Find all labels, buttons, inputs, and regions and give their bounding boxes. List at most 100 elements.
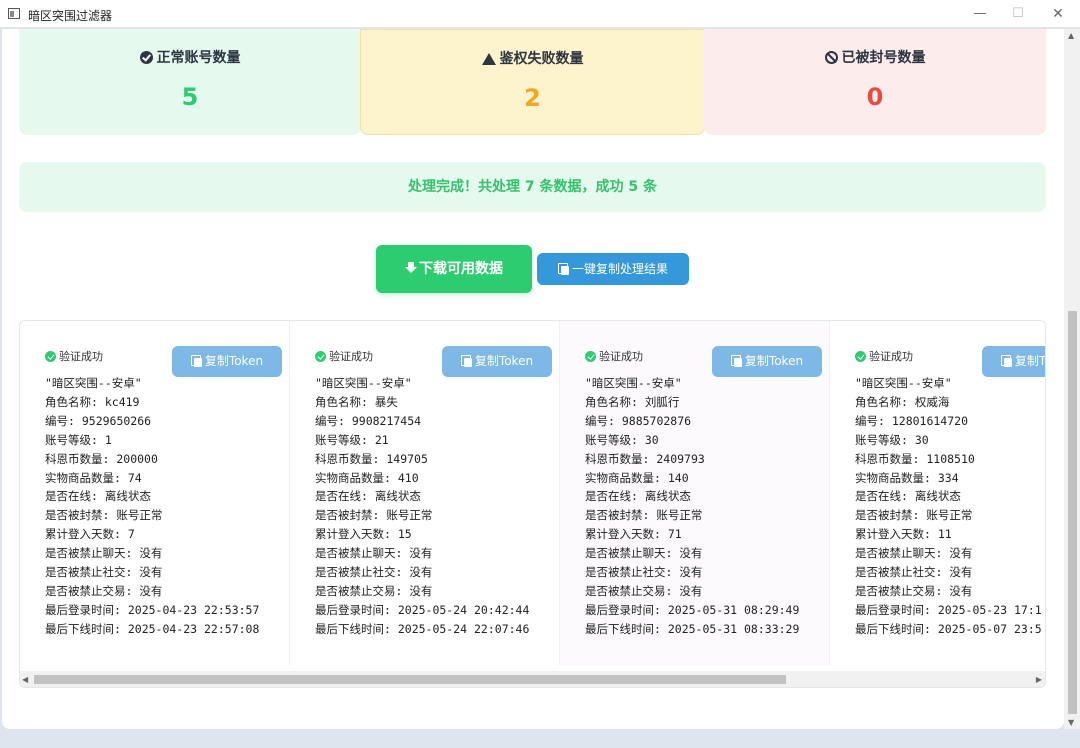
vertical-scroll-thumb[interactable] [1068, 311, 1077, 714]
close-button[interactable]: ✕ [1038, 0, 1078, 28]
result-line: 账号等级: 21 [315, 432, 389, 447]
stat-card-normal: 正常账号数量 5 [19, 29, 361, 135]
result-card: 验证成功 复制Token "暗区突围--安卓" 角色名称: kc419 编号: … [20, 321, 290, 665]
check-circle-icon [45, 351, 56, 362]
copy-token-button[interactable]: 复制Token [442, 346, 552, 377]
result-line: 是否被封禁: 账号正常 [585, 508, 703, 523]
result-line: "暗区突围--安卓" [855, 376, 952, 390]
result-line: 实物商品数量: 334 [855, 470, 959, 485]
result-line: 编号: 12801614720 [855, 413, 969, 428]
copy-token-label: 复制Token [204, 354, 264, 368]
scroll-right-arrow-icon[interactable]: ▶ [1036, 675, 1042, 684]
result-line: 角色名称: 权威海 [855, 394, 950, 409]
copy-token-button[interactable]: 复制Token [172, 346, 282, 377]
result-line: 是否被禁止社交: 没有 [315, 565, 433, 580]
results-panel: 验证成功 复制Token "暗区突围--安卓" 角色名称: kc419 编号: … [19, 320, 1046, 688]
copy-icon [460, 355, 472, 367]
result-line: 累计登入天数: 71 [585, 527, 682, 542]
minimize-button[interactable]: — [960, 0, 1000, 28]
download-button[interactable]: 下载可用数据 [376, 245, 532, 293]
result-status: 验证成功 [869, 350, 913, 363]
result-card: 验证成功 复制Token "暗区突围--安卓" 角色名称: 刘胍行 编号: 98… [560, 321, 830, 665]
copy-icon [1000, 355, 1012, 367]
copy-token-label: 复制Token [1014, 354, 1045, 368]
result-line: 是否在线: 离线状态 [315, 489, 421, 504]
vertical-scrollbar[interactable]: ▲ ▼ [1064, 29, 1080, 729]
result-line: 是否被禁止社交: 没有 [585, 565, 703, 580]
result-line: 角色名称: 刘胍行 [585, 394, 680, 409]
result-line: 科恩币数量: 1108510 [855, 451, 975, 466]
result-line: 角色名称: 暴失 [315, 394, 398, 409]
result-line: 实物商品数量: 140 [585, 470, 689, 485]
copy-all-button[interactable]: 一键复制处理结果 [537, 253, 689, 285]
result-card: 验证成功 复制Token "暗区突围--安卓" 角色名称: 权威海 编号: 12… [830, 321, 1045, 665]
result-line: 最后下线时间: 2025-04-23 22:57:08 [45, 621, 260, 636]
result-line: 累计登入天数: 11 [855, 527, 952, 542]
result-line: 实物商品数量: 74 [45, 470, 142, 485]
result-line: 是否被禁止聊天: 没有 [855, 546, 973, 561]
stat-value-auth-failed: 2 [524, 84, 541, 112]
result-details: "暗区突围--安卓" 角色名称: 暴失 编号: 9908217454 账号等级:… [315, 374, 529, 639]
copy-icon [730, 355, 742, 367]
stat-label-normal: 正常账号数量 [156, 50, 241, 66]
result-line: 是否被封禁: 账号正常 [855, 508, 973, 523]
result-line: "暗区突围--安卓" [45, 376, 142, 390]
result-line: 角色名称: kc419 [45, 394, 140, 409]
result-line: "暗区突围--安卓" [585, 376, 682, 390]
result-line: 最后下线时间: 2025-05-24 22:07:46 [315, 621, 530, 636]
result-line: "暗区突围--安卓" [315, 376, 412, 390]
result-line: 科恩币数量: 2409793 [585, 451, 705, 466]
copy-token-button[interactable]: 复制Token [712, 346, 822, 377]
result-line: 累计登入天数: 7 [45, 527, 135, 542]
result-line: 是否在线: 离线状态 [855, 489, 961, 504]
copy-token-button[interactable]: 复制Token [982, 346, 1045, 377]
stat-value-banned: 0 [866, 83, 884, 111]
check-circle-icon [855, 351, 866, 362]
horizontal-scrollbar[interactable]: ◀ ▶ [20, 671, 1045, 687]
result-line: 编号: 9908217454 [315, 413, 422, 428]
result-details: "暗区突围--安卓" 角色名称: 权威海 编号: 12801614720 账号等… [855, 374, 1042, 639]
warning-icon [481, 53, 496, 65]
result-details: "暗区突围--安卓" 角色名称: kc419 编号: 9529650266 账号… [45, 374, 259, 639]
result-line: 最后登录时间: 2025-05-31 08:29:49 [585, 602, 800, 617]
stat-card-auth-failed: 鉴权失败数量 2 [360, 29, 705, 135]
result-status: 验证成功 [329, 350, 373, 363]
stat-label-auth-failed: 鉴权失败数量 [499, 51, 584, 67]
maximize-button[interactable]: ☐ [998, 0, 1038, 28]
result-line: 账号等级: 30 [855, 432, 929, 447]
window-title: 暗区突围过滤器 [28, 9, 113, 23]
result-line: 是否被禁止聊天: 没有 [585, 546, 703, 561]
check-circle-icon [315, 351, 326, 362]
window-bottom-frame [0, 729, 1080, 748]
result-line: 最后登录时间: 2025-05-24 20:42:44 [315, 602, 530, 617]
result-line: 账号等级: 30 [585, 432, 659, 447]
result-status: 验证成功 [599, 350, 643, 363]
status-banner: 处理完成！共处理 7 条数据，成功 5 条 [19, 162, 1046, 212]
result-line: 是否被封禁: 账号正常 [45, 508, 163, 523]
result-line: 账号等级: 1 [45, 432, 112, 447]
scroll-up-arrow-icon[interactable]: ▲ [1068, 31, 1074, 40]
result-status: 验证成功 [59, 350, 103, 363]
results-track: 验证成功 复制Token "暗区突围--安卓" 角色名称: kc419 编号: … [20, 321, 1045, 665]
copy-token-label: 复制Token [474, 354, 534, 368]
result-line: 是否在线: 离线状态 [585, 489, 691, 504]
result-line: 是否被禁止交易: 没有 [315, 583, 433, 598]
result-line: 实物商品数量: 410 [315, 470, 419, 485]
copy-icon [557, 263, 569, 275]
result-line: 是否被禁止聊天: 没有 [315, 546, 433, 561]
result-line: 是否被禁止社交: 没有 [855, 565, 973, 580]
copy-icon [190, 355, 202, 367]
download-icon [405, 262, 417, 274]
horizontal-scroll-thumb[interactable] [34, 675, 786, 684]
result-card: 验证成功 复制Token "暗区突围--安卓" 角色名称: 暴失 编号: 990… [290, 321, 560, 665]
stat-label-banned: 已被封号数量 [841, 50, 926, 66]
scroll-down-arrow-icon[interactable]: ▼ [1068, 718, 1074, 727]
result-line: 科恩币数量: 149705 [315, 451, 428, 466]
result-line: 是否被封禁: 账号正常 [315, 508, 433, 523]
copy-all-button-label: 一键复制处理结果 [571, 262, 668, 276]
result-line: 最后登录时间: 2025-05-23 17:1 [855, 602, 1042, 617]
scroll-left-arrow-icon[interactable]: ◀ [22, 675, 28, 684]
copy-token-label: 复制Token [744, 354, 804, 368]
result-line: 是否在线: 离线状态 [45, 489, 151, 504]
title-bar: 暗区突围过滤器 — ☐ ✕ [0, 0, 1080, 28]
